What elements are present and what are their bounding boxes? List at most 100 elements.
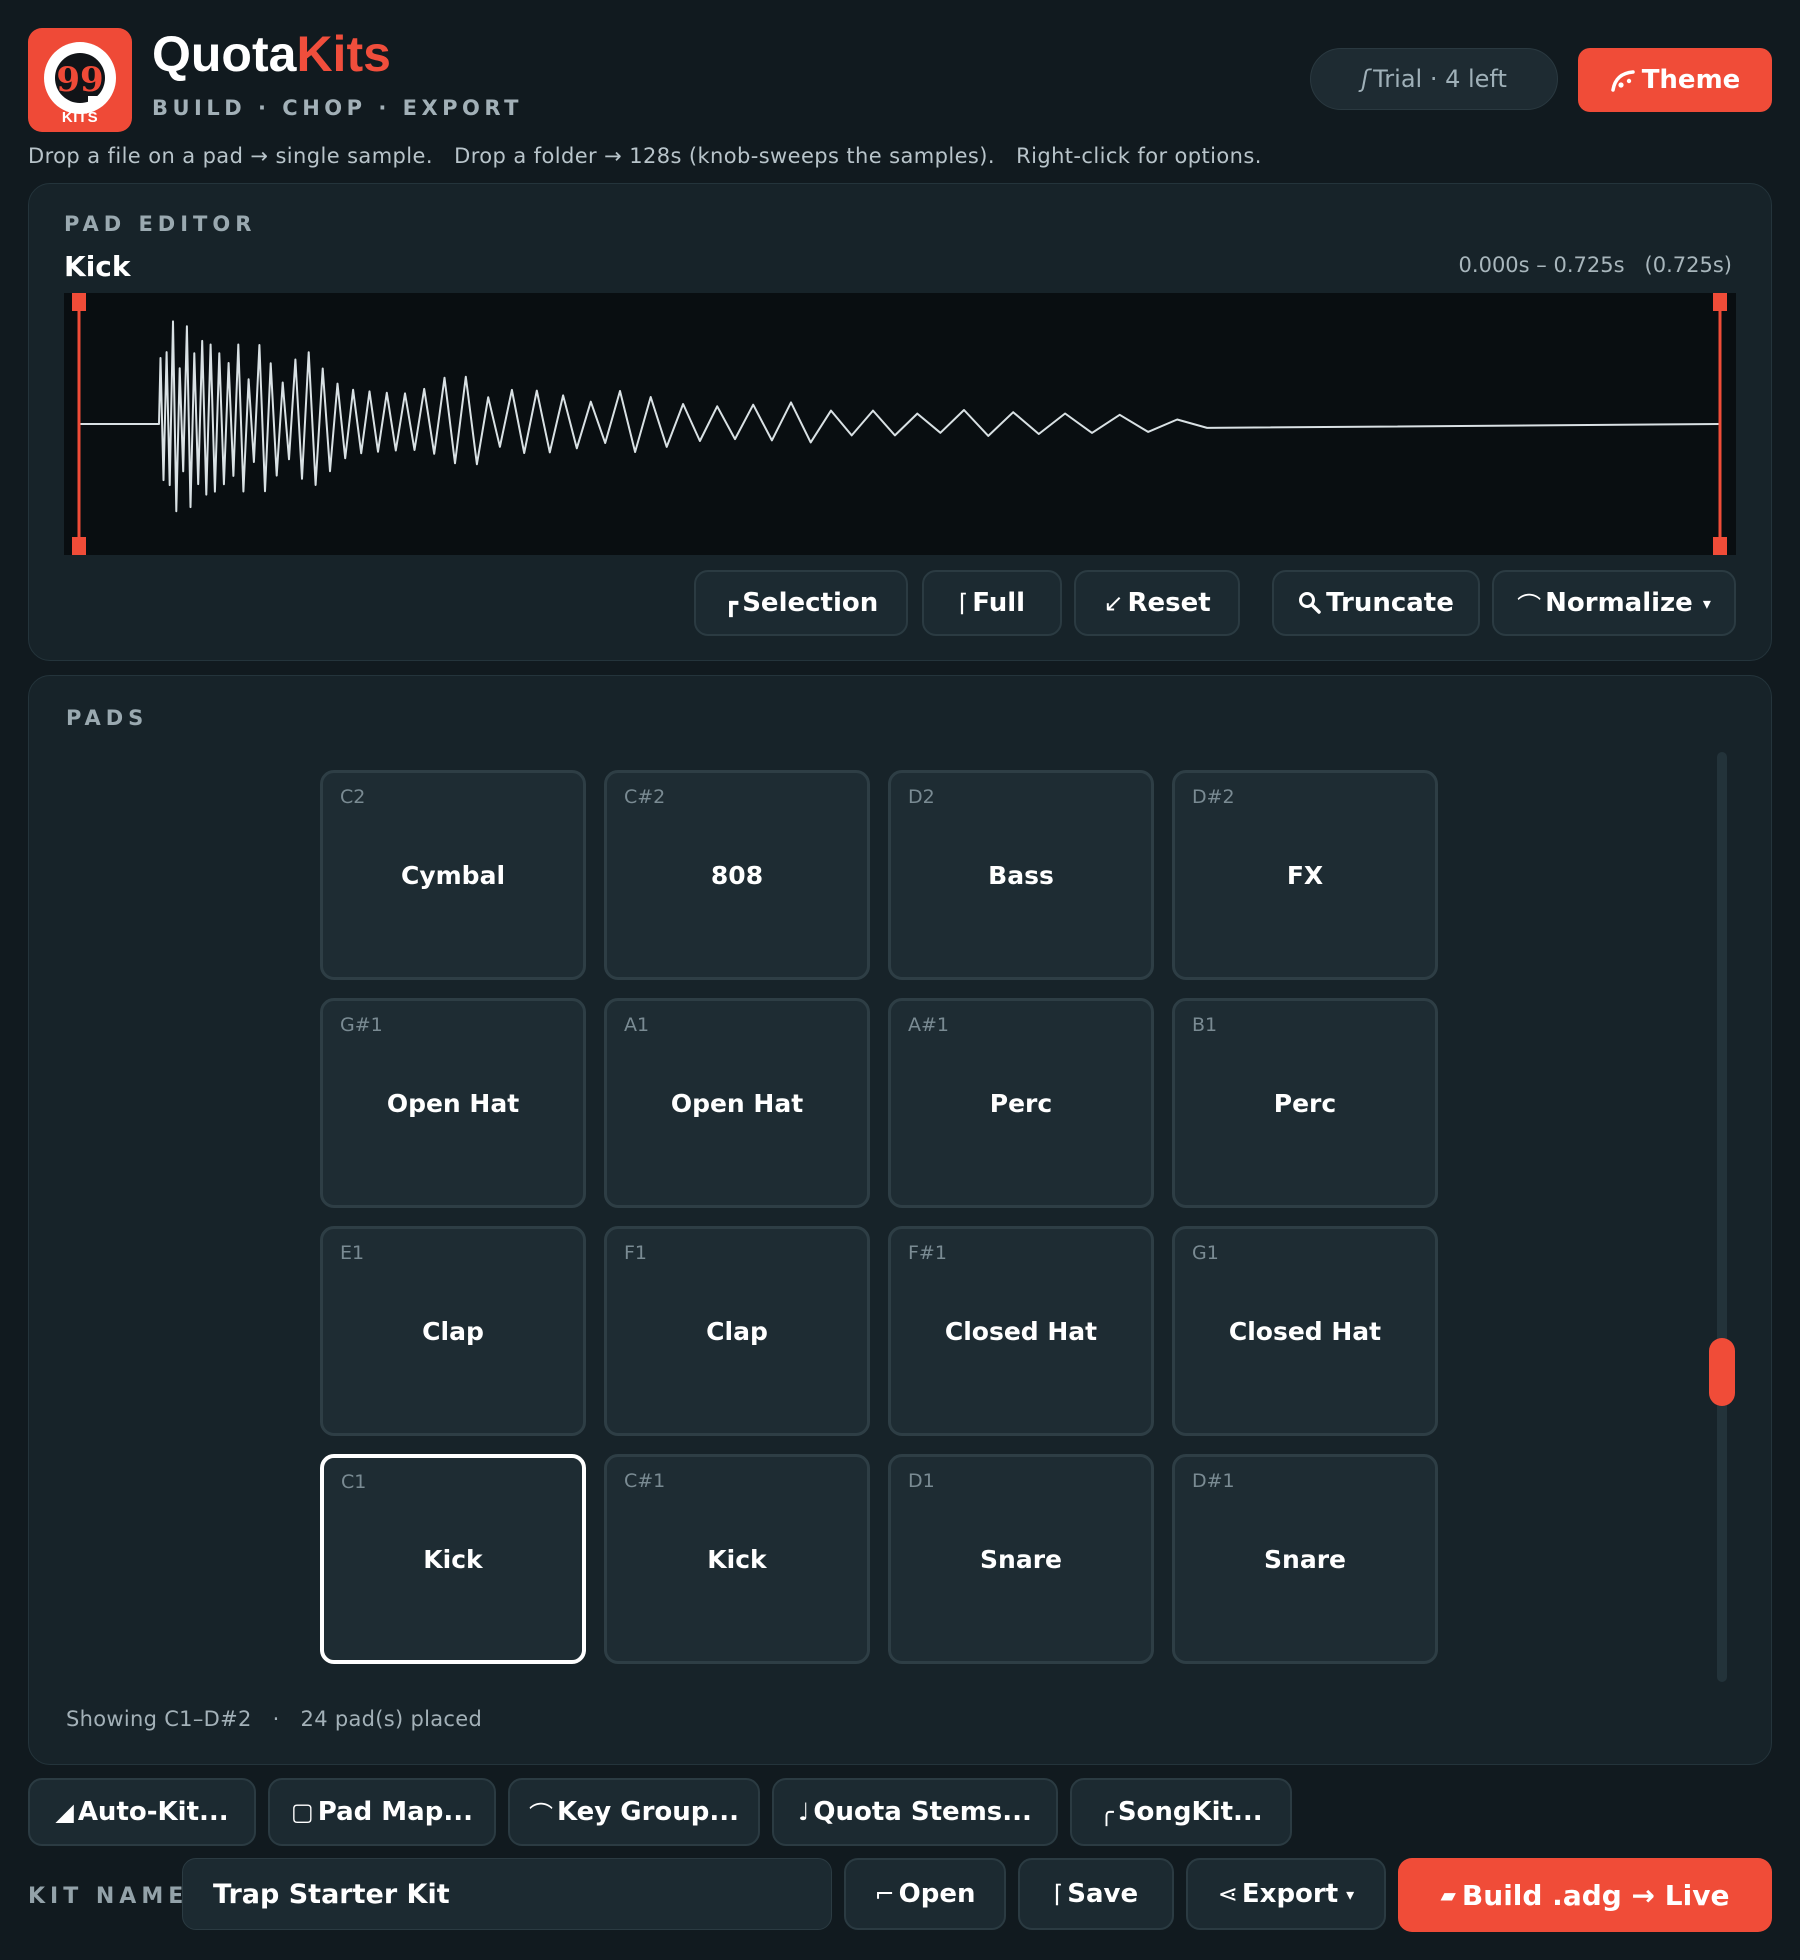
pad-sample-name: Clap bbox=[422, 1316, 484, 1346]
pad-e1[interactable]: E1 Clap bbox=[320, 1226, 586, 1436]
pad-sample-name: Kick bbox=[423, 1544, 483, 1574]
save-label: Save bbox=[1067, 1879, 1139, 1909]
selection-label: Selection bbox=[742, 588, 879, 618]
songkit-icon: ╭ bbox=[1099, 1798, 1114, 1826]
pad-sample-name: Kick bbox=[707, 1544, 767, 1574]
full-button[interactable]: ⌈ Full bbox=[922, 570, 1062, 636]
pad-map-icon: ▢ bbox=[291, 1798, 314, 1826]
export-button[interactable]: ⋖ Export ▾ bbox=[1186, 1858, 1386, 1930]
pad-a1[interactable]: A1 Open Hat bbox=[604, 998, 870, 1208]
pad-sample-name: Perc bbox=[1273, 1088, 1337, 1118]
open-label: Open bbox=[898, 1879, 976, 1909]
logo-label: KITS bbox=[61, 109, 99, 126]
export-label: Export bbox=[1241, 1879, 1339, 1909]
reset-icon: ↙ bbox=[1103, 589, 1124, 617]
pad-sample-name: Closed Hat bbox=[1228, 1316, 1382, 1346]
pad-d2[interactable]: D2 Bass bbox=[888, 770, 1154, 980]
build-live-button[interactable]: ▰ Build .adg → Live bbox=[1398, 1858, 1772, 1932]
full-icon: ⌈ bbox=[958, 589, 969, 617]
pad-gsharp1[interactable]: G#1 Open Hat bbox=[320, 998, 586, 1208]
wand-icon: ◢ bbox=[55, 1798, 74, 1826]
search-icon bbox=[1299, 592, 1321, 614]
start-handle-top[interactable] bbox=[72, 293, 86, 311]
kit-name-label: KIT NAME bbox=[28, 1884, 189, 1909]
stems-icon: ♩ bbox=[798, 1798, 810, 1826]
truncate-label: Truncate bbox=[1326, 588, 1454, 618]
theme-icon bbox=[1610, 70, 1635, 92]
trial-icon: ʃ bbox=[1361, 65, 1370, 93]
key-group-label: Key Group... bbox=[556, 1797, 740, 1827]
pad-g1[interactable]: G1 Closed Hat bbox=[1172, 1226, 1438, 1436]
save-icon: ⌈ bbox=[1053, 1880, 1064, 1908]
pad-d1[interactable]: D1 Snare bbox=[888, 1454, 1154, 1664]
reset-label: Reset bbox=[1127, 588, 1211, 618]
pad-dsharp2[interactable]: D#2 FX bbox=[1172, 770, 1438, 980]
app-tagline: BUILD · CHOP · EXPORT bbox=[152, 96, 523, 120]
build-label: Build .adg → Live bbox=[1461, 1878, 1730, 1912]
quota-stems-label: Quota Stems... bbox=[813, 1797, 1032, 1827]
chevron-down-icon: ▾ bbox=[1702, 593, 1711, 613]
pads-placed-count: 24 pad(s) placed bbox=[300, 1707, 483, 1731]
quota-stems-button[interactable]: ♩ Quota Stems... bbox=[772, 1778, 1058, 1846]
pad-c2[interactable]: C2 Cymbal bbox=[320, 770, 586, 980]
end-handle-top[interactable] bbox=[1713, 293, 1727, 311]
app-title: QuotaKits bbox=[152, 24, 391, 84]
pads-heading: PADS bbox=[66, 706, 149, 730]
theme-button[interactable]: Theme bbox=[1578, 48, 1772, 112]
open-button[interactable]: ⌐ Open bbox=[844, 1858, 1006, 1930]
pad-csharp1[interactable]: C#1 Kick bbox=[604, 1454, 870, 1664]
sample-name: Kick bbox=[64, 250, 131, 283]
pads-scroll-thumb[interactable] bbox=[1709, 1338, 1735, 1406]
start-handle-bottom[interactable] bbox=[72, 537, 86, 555]
folder-open-icon: ⌐ bbox=[874, 1880, 895, 1908]
pad-b1[interactable]: B1 Perc bbox=[1172, 998, 1438, 1208]
auto-kit-label: Auto-Kit... bbox=[77, 1797, 229, 1827]
trial-button[interactable]: ʃ Trial · 4 left bbox=[1310, 48, 1558, 110]
drop-hint: Drop a file on a pad → single sample. Dr… bbox=[28, 144, 1262, 168]
reset-button[interactable]: ↙ Reset bbox=[1074, 570, 1240, 636]
kit-name-input[interactable]: Trap Starter Kit bbox=[182, 1858, 832, 1930]
pad-c1[interactable]: C1 Kick bbox=[320, 1454, 586, 1664]
songkit-button[interactable]: ╭ SongKit... bbox=[1070, 1778, 1292, 1846]
auto-kit-button[interactable]: ◢ Auto-Kit... bbox=[28, 1778, 256, 1846]
save-button[interactable]: ⌈ Save bbox=[1018, 1858, 1174, 1930]
pad-sample-name: FX bbox=[1286, 860, 1324, 890]
end-handle-bottom[interactable] bbox=[1713, 537, 1727, 555]
showing-range: Showing C1–D#2 bbox=[66, 1707, 252, 1731]
pad-f1[interactable]: F1 Clap bbox=[604, 1226, 870, 1436]
export-icon: ⋖ bbox=[1217, 1880, 1238, 1908]
status-separator: · bbox=[272, 1707, 280, 1731]
pad-map-button[interactable]: ▢ Pad Map... bbox=[268, 1778, 496, 1846]
pad-sample-name: 808 bbox=[710, 860, 764, 890]
key-group-button[interactable]: ⌒ Key Group... bbox=[508, 1778, 760, 1846]
truncate-button[interactable]: Truncate bbox=[1272, 570, 1480, 636]
songkit-label: SongKit... bbox=[1117, 1797, 1263, 1827]
pads-scrollbar[interactable] bbox=[1717, 752, 1727, 1682]
pad-sample-name: Bass bbox=[988, 860, 1054, 890]
pad-sample-name: Clap bbox=[706, 1316, 768, 1346]
pad-dsharp1[interactable]: D#1 Snare bbox=[1172, 1454, 1438, 1664]
pad-map-label: Pad Map... bbox=[317, 1797, 473, 1827]
pad-sample-name: Closed Hat bbox=[944, 1316, 1098, 1346]
normalize-label: Normalize bbox=[1545, 588, 1693, 618]
pad-status: Showing C1–D#2 · 24 pad(s) placed bbox=[66, 1707, 482, 1731]
normalize-button[interactable]: ⌒ Normalize ▾ bbox=[1492, 570, 1736, 636]
selection-icon: ┏ bbox=[723, 589, 739, 617]
selection-range: 0.000s – 0.725s (0.725s) bbox=[1458, 253, 1732, 277]
pad-fsharp1[interactable]: F#1 Closed Hat bbox=[888, 1226, 1154, 1436]
pad-sample-name: Open Hat bbox=[386, 1088, 520, 1118]
selection-button[interactable]: ┏ Selection bbox=[694, 570, 908, 636]
waveform-view[interactable] bbox=[64, 293, 1736, 555]
pad-csharp2[interactable]: C#2 808 bbox=[604, 770, 870, 980]
key-group-icon: ⌒ bbox=[528, 1800, 553, 1829]
chevron-down-icon: ▾ bbox=[1346, 1884, 1355, 1904]
app-logo: 99 KITS bbox=[28, 28, 132, 132]
pad-asharp1[interactable]: A#1 Perc bbox=[888, 998, 1154, 1208]
build-icon: ▰ bbox=[1440, 1883, 1456, 1907]
quote-bubble-icon: 99 bbox=[44, 42, 116, 114]
full-label: Full bbox=[972, 588, 1026, 618]
waveform-plot bbox=[72, 293, 1727, 555]
theme-label: Theme bbox=[1641, 65, 1741, 95]
pad-sample-name: Snare bbox=[980, 1544, 1062, 1574]
kit-name-value: Trap Starter Kit bbox=[213, 1878, 450, 1910]
